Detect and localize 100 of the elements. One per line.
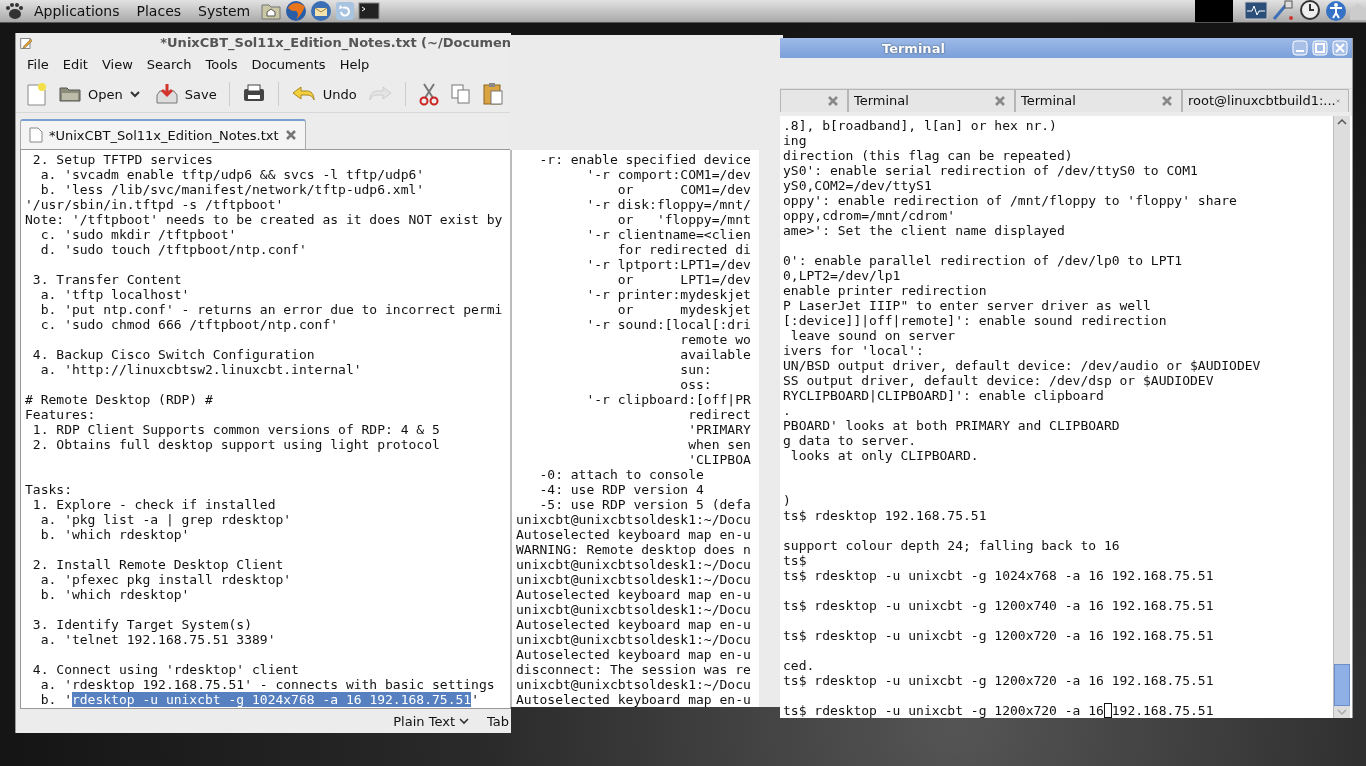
menu-item[interactable]: Help [332,56,377,72]
menu-item[interactable]: View [94,56,140,72]
accessibility-icon[interactable] [1325,0,1347,22]
terminal-line: '-r clipboard:[off|PR [585,392,752,407]
terminal-line: 'CLIPBOA [687,452,752,467]
text-line: 4. Backup Cisco Switch Configuration [31,347,316,362]
minimize-icon[interactable] [1292,40,1308,57]
maximize-icon[interactable] [1312,40,1328,57]
clock-icon[interactable] [1298,0,1322,22]
close-icon[interactable] [994,94,1006,107]
text-line: 2. Install Remote Desktop Client [31,557,285,572]
terminal-line: Autoselected keyboard map en-u [516,527,752,542]
scrollbar[interactable] [1333,116,1350,718]
terminal-line: -4: use RDP version 4 [538,482,705,497]
terminal-tab[interactable]: root@linuxcbtbuild1:... [1182,88,1349,112]
panel-menu[interactable]: System [191,3,258,19]
terminal-line: ts$ rdesktop -u unixcbt -g 1200x720 -a 16 192.168.75.51 [783,673,1215,688]
window-title: *UnixCBT_Sol11x_Edition_Notes.txt (~/Documen [160,35,511,50]
close-icon[interactable] [1161,94,1173,107]
terminal-line: unixcbt@unixcbtsoldesk1:~/Docu [516,677,752,692]
terminal-tab[interactable]: Terminal [848,88,1015,112]
document-icon [29,127,43,143]
terminal-icon[interactable] [358,1,381,21]
terminal-line: '-r clientname=<clien [585,227,752,242]
text-line: Tasks: [25,482,73,497]
text-line: c. 'sudo chmod 666 /tftpboot/ntp.conf' [39,317,340,332]
text-line: a. 'http://linuxcbtsw2.linuxcbt.internal' [39,362,363,377]
menu-item[interactable]: Search [139,56,199,72]
terminal-line: -0: attach to console [538,467,705,482]
undo-button[interactable]: Undo [286,82,361,106]
terminal-line: yS0': enable serial redirection of /dev/ttyS0 to COM1 [783,163,1199,178]
text-editor-area[interactable] [20,149,511,709]
terminal-line: sun: [679,362,713,377]
terminal-line: 0': enable parallel redirection of /dev/lp0 to LPT1 [783,253,1184,268]
menu-item[interactable]: Edit [55,56,95,72]
terminal-line: '-r lptport:LPT1=/dev [585,257,752,272]
terminal-line: . [783,403,792,418]
open-button[interactable]: Open [54,82,127,106]
terminal-line: Autoselected keyboard map en-u [516,692,752,707]
caret-icon[interactable] [128,89,141,99]
terminal-line: leave sound on server [789,328,957,343]
terminal-line: or mydeskjet [616,302,752,317]
terminal-line: ing [783,133,808,148]
terminal-line: SS output driver, default device: /dev/dsp or $AUDIODEV [783,373,1215,388]
menu-item[interactable]: File [20,56,56,72]
terminal-line: '-r comport:COM1=/dev [585,167,752,182]
document-tab[interactable]: *UnixCBT_Sol11x_Edition_Notes.txt [20,119,306,149]
close-icon[interactable] [284,129,297,141]
folder-icon [58,84,82,104]
browser-globe-icon[interactable] [285,0,308,22]
terminal-line: [:device]]|off|remote]': enable sound redirection [783,313,1168,328]
terminal-line: ts$ rdesktop -u unixcbt -g 1200x720 -a 16 192.168.75.51 [783,628,1215,643]
foot-icon[interactable] [4,1,24,21]
terminal-tab[interactable]: Terminal [1015,88,1182,112]
terminal-tab[interactable] [780,88,848,112]
text-line: # Remote Desktop (RDP) # [25,392,214,407]
new-document-icon [26,82,48,106]
text-line: d. 'sudo touch /tftpboot/ntp.conf' [39,242,308,257]
terminal-line: ced. [783,658,816,673]
language-dropdown[interactable]: Plain Text [393,713,455,729]
terminal-line: or COM1=/dev [616,182,752,197]
terminal-line: enable printer redirection [783,283,988,298]
scrollbar-thumb[interactable] [1334,664,1350,706]
system-monitor-icon[interactable] [1244,1,1268,21]
home-folder-icon[interactable] [260,1,283,21]
terminal-line: or 'floppy=/mnt [616,212,752,227]
terminal-line: ) [783,493,792,508]
terminal-line: g data to server. [783,433,918,448]
terminal-line: unixcbt@unixcbtsoldesk1:~/Docu [516,602,752,617]
caret-icon[interactable] [459,717,469,725]
text-line: 4. Connect using 'rdesktop' client [31,662,300,677]
terminal-line: ame>': Set the client name displayed [783,223,1066,238]
menu-item[interactable]: Tools [198,56,245,72]
terminal-line: 'PRIMARY [687,422,752,437]
tab-width-dropdown[interactable]: Tab [487,713,509,729]
terminal-line: unixcbt@unixcbtsoldesk1:~/Docu [516,572,752,587]
menu-item[interactable]: Documents [244,56,333,72]
text-line: a. 'rdesktop 192.168.75.51' - connects with basic settings [39,677,496,692]
tab-label: root@linuxcbtbuild1:... [1188,93,1336,109]
save-button[interactable]: Save [150,81,221,107]
terminal-line: ts$ rdesktop -u unixcbt -g 1200x720 -a 16 192.168.75.51 [783,703,1215,718]
terminal-line: oppy': enable redirection of /mnt/floppy to 'floppy' share [783,193,1238,208]
text-line: b. 'less /lib/svc/manifest/network/tftp-udp6.xml' [39,182,426,197]
text-line: '/usr/sbin/in.tftpd -s /tftpboot' [25,197,285,212]
terminal-line: or LPT1=/dev [616,272,752,287]
panel-menu[interactable]: Places [129,3,189,19]
tab-label: Terminal [1021,93,1076,109]
text-line: 3. Identify Target System(s) [31,617,253,632]
text-line: 3. Transfer Content [31,272,183,287]
panel-menu[interactable]: Applications [27,3,127,19]
pen-tool-icon[interactable] [1271,0,1295,22]
terminal-line: Autoselected keyboard map en-u [516,587,752,602]
close-icon[interactable] [827,94,839,107]
terminal-line: oppy,cdrom=/mnt/cdrom' [783,208,957,223]
text-line: 1. Explore - check if installed [31,497,277,512]
terminal-line: '-r sound:[local[:dri [585,317,752,332]
terminal-line: unixcbt@unixcbtsoldesk1:~/Docu [516,632,752,647]
mail-globe-icon[interactable] [310,0,333,22]
terminal-line: ivers for 'local': [783,343,925,358]
terminal-line: .8], b[roadband], l[an] or hex nr.) [783,118,1058,133]
